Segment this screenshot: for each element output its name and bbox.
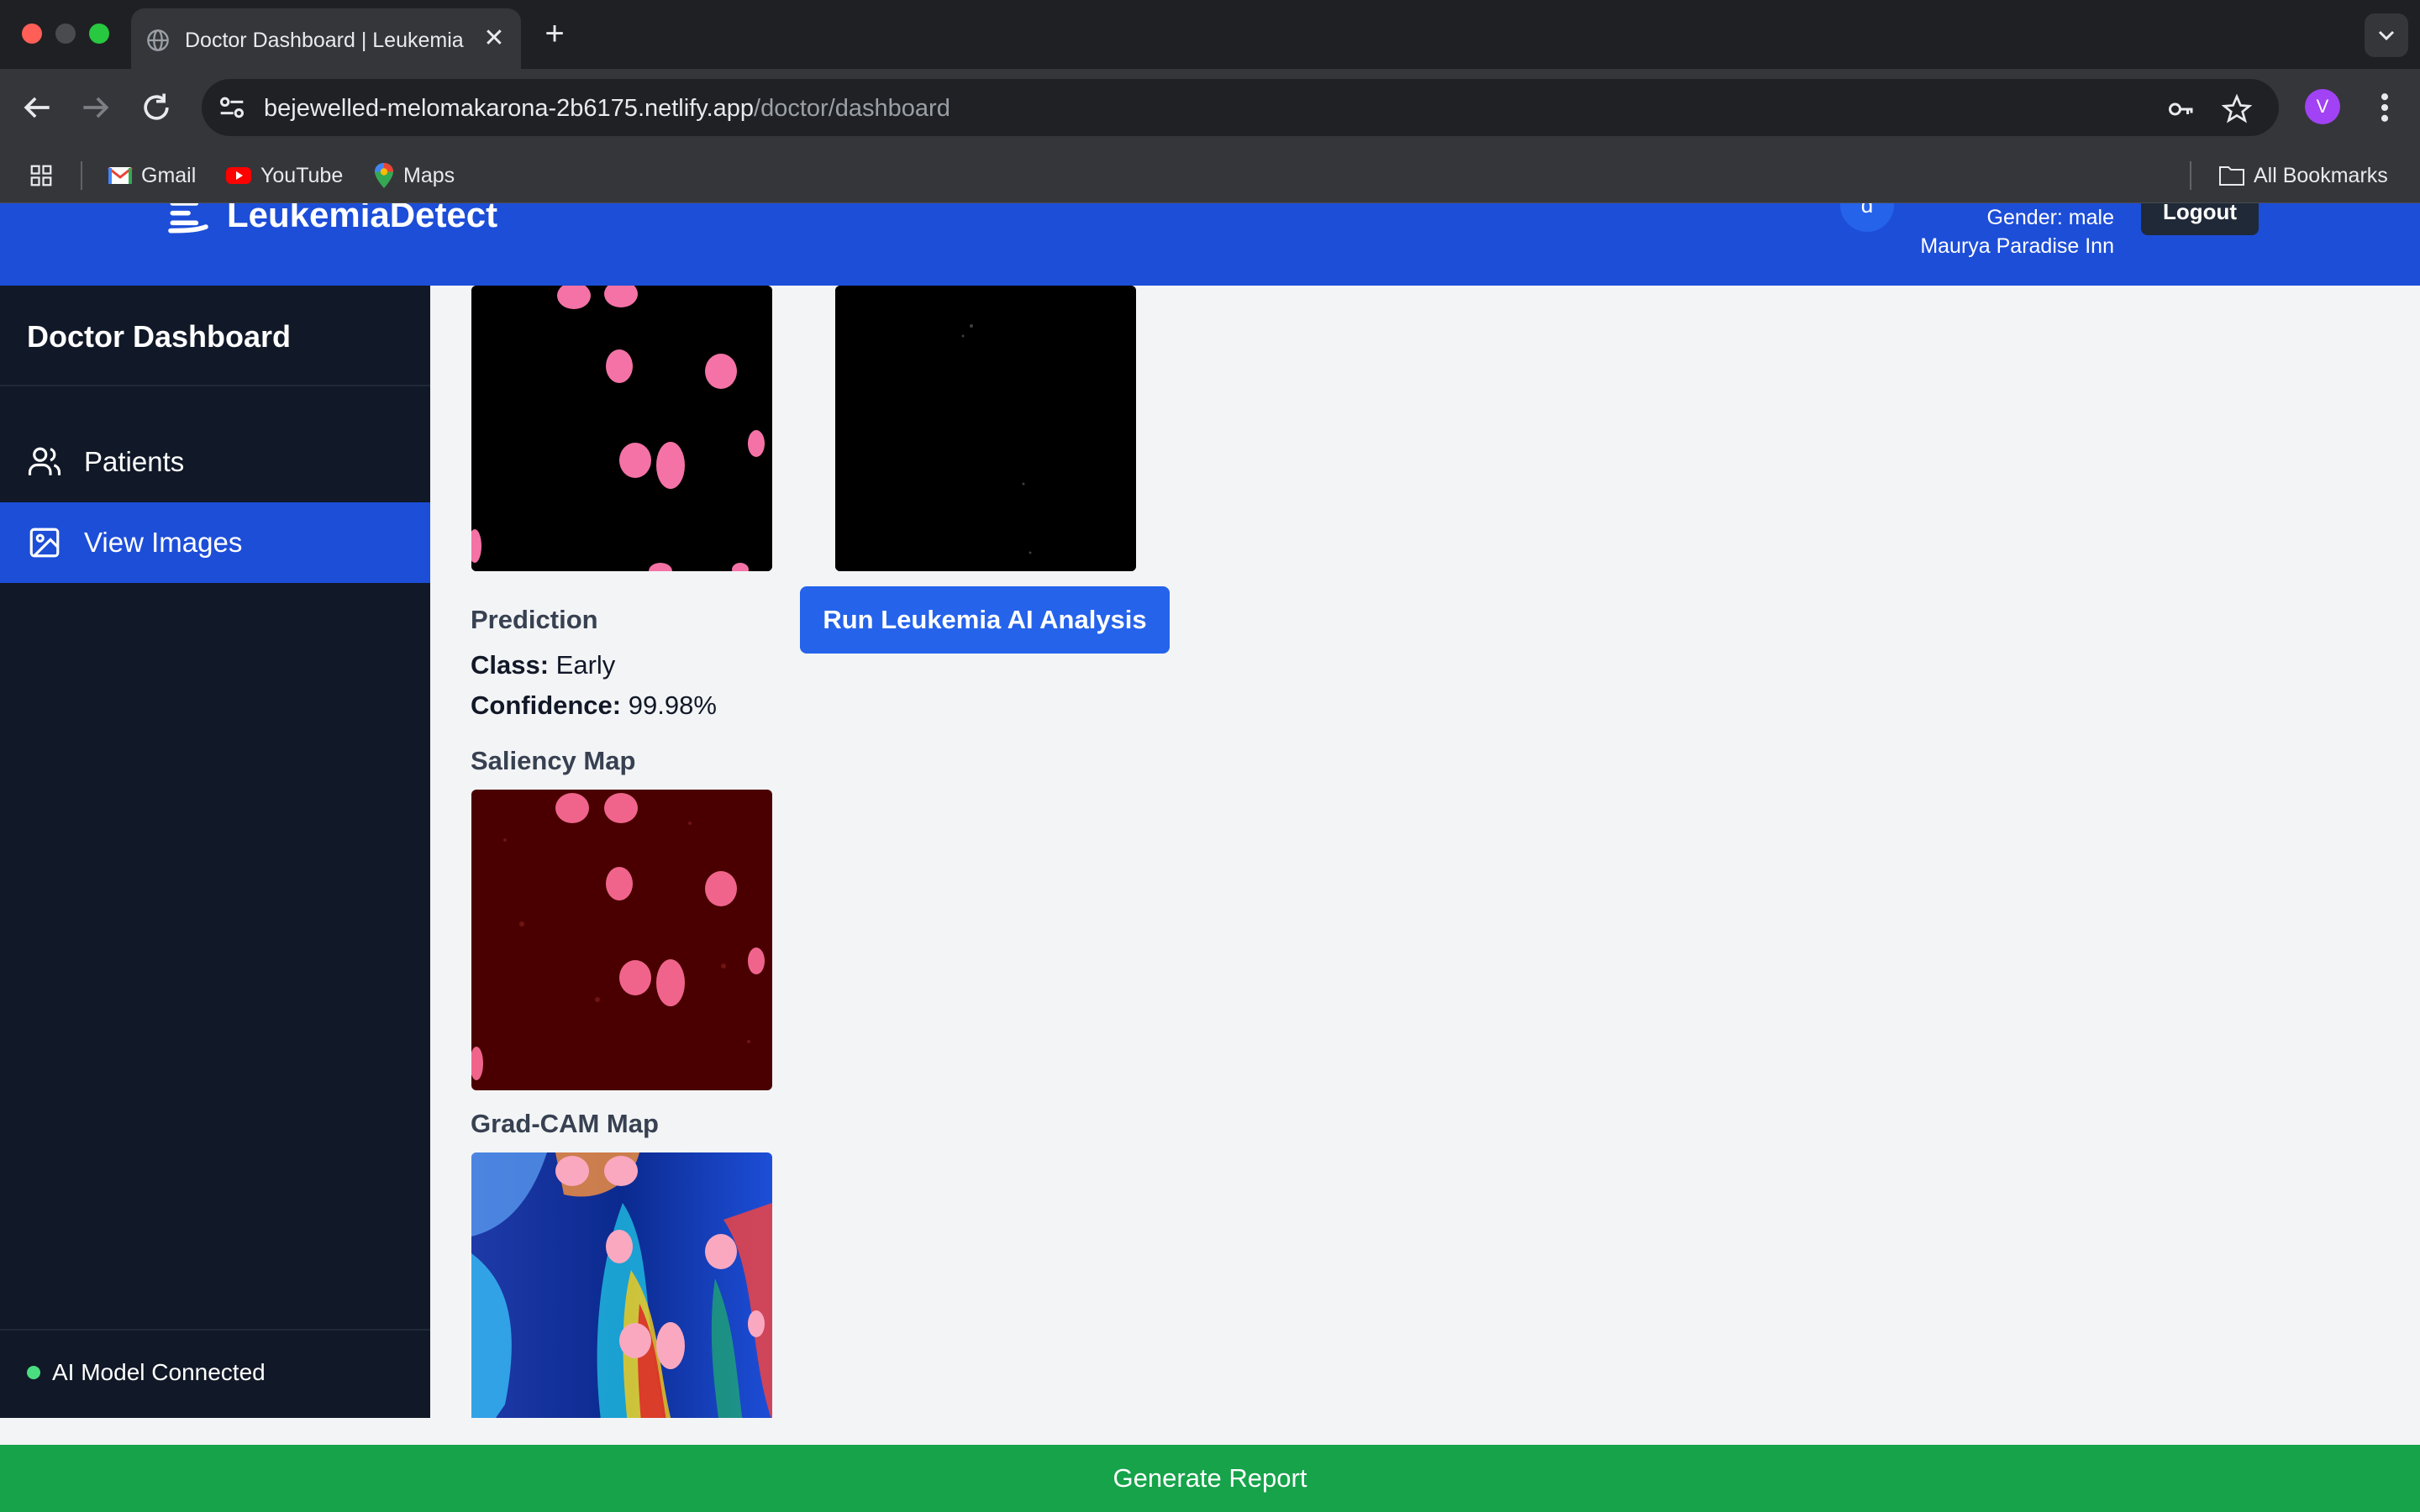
sidebar-footer-divider	[0, 1329, 430, 1331]
maps-pin-icon	[375, 163, 393, 188]
tab-search-button[interactable]	[2365, 13, 2408, 57]
image-icon	[29, 528, 60, 558]
window-maximize-button[interactable]	[89, 24, 109, 44]
logo-text: LeukemiaDetect	[227, 203, 498, 234]
confidence-value: 99.98%	[628, 690, 717, 720]
prediction-class: Class: Early	[471, 650, 615, 680]
back-arrow-icon[interactable]	[18, 89, 55, 126]
gradcam-map-image	[471, 1152, 772, 1418]
all-bookmarks-label: All Bookmarks	[2254, 163, 2388, 187]
users-icon	[28, 447, 61, 475]
password-key-icon[interactable]	[2166, 94, 2196, 124]
bookmark-label: Gmail	[141, 163, 197, 187]
gradcam-heading: Grad-CAM Map	[471, 1109, 659, 1138]
apps-grid-icon[interactable]	[29, 163, 54, 188]
user-gender: Gender: male	[1986, 206, 2114, 229]
app-header: LeukemiaDetect d Gender: male Maurya Par…	[0, 203, 2420, 286]
gradcam-map-graphic	[471, 1152, 772, 1418]
folder-icon	[2219, 166, 2244, 186]
status-dot	[27, 1366, 40, 1379]
saliency-heading: Saliency Map	[471, 746, 636, 775]
chevron-down-icon	[2378, 30, 2395, 41]
user-info: Gender: male Maurya Paradise Inn	[1920, 203, 2114, 260]
globe-icon	[147, 29, 169, 51]
run-analysis-button[interactable]: Run Leukemia AI Analysis	[800, 586, 1170, 654]
logout-button[interactable]: Logout	[2141, 203, 2259, 235]
ai-status: AI Model Connected	[27, 1359, 266, 1386]
tab-title: Doctor Dashboard | Leukemia	[185, 29, 464, 52]
main-content: Run Leukemia AI Analysis Prediction Clas…	[430, 286, 2420, 1418]
youtube-icon	[226, 167, 251, 184]
sidebar-item-patients[interactable]: Patients	[0, 422, 430, 502]
address-bar[interactable]: bejewelled-melomakarona-2b6175.netlify.a…	[202, 79, 2279, 136]
reload-icon[interactable]	[138, 89, 175, 126]
sidebar-item-label: View Images	[84, 527, 243, 558]
sidebar-item-view-images[interactable]: View Images	[0, 502, 430, 583]
saliency-map-image	[471, 790, 772, 1090]
class-label: Class:	[471, 650, 550, 680]
more-menu-icon[interactable]	[2370, 89, 2400, 126]
uploaded-cell-image	[471, 286, 772, 571]
logo-icon	[168, 203, 208, 234]
cell-image-graphic	[471, 286, 772, 571]
saliency-map-graphic	[471, 790, 772, 1090]
url-host: bejewelled-melomakarona-2b6175.netlify.a…	[264, 95, 755, 122]
forward-arrow-icon[interactable]	[77, 89, 114, 126]
bookmark-maps[interactable]: Maps	[373, 161, 455, 190]
bookmark-star-icon[interactable]	[2222, 94, 2252, 124]
url-path: /doctor/dashboard	[754, 95, 950, 122]
bookmarks-separator	[2190, 161, 2191, 190]
segmentation-mask-image	[835, 286, 1136, 571]
window-minimize-button[interactable]	[55, 24, 76, 44]
web-app: LeukemiaDetect d Gender: male Maurya Par…	[0, 203, 2420, 1512]
generate-report-button[interactable]: Generate Report	[0, 1445, 2420, 1512]
site-settings-icon[interactable]	[215, 91, 249, 124]
user-avatar[interactable]: d	[1840, 203, 1894, 232]
gmail-icon	[108, 166, 133, 184]
sidebar-divider	[0, 385, 430, 386]
tab-close-icon[interactable]: ✕	[479, 24, 509, 54]
profile-avatar[interactable]: V	[2305, 89, 2340, 124]
all-bookmarks-button[interactable]: All Bookmarks	[2218, 161, 2388, 190]
sidebar-item-label: Patients	[84, 446, 185, 477]
status-text: AI Model Connected	[52, 1359, 266, 1385]
prediction-confidence: Confidence: 99.98%	[471, 690, 717, 721]
bookmark-gmail[interactable]: Gmail	[108, 161, 196, 190]
new-tab-button[interactable]: +	[538, 17, 571, 50]
mask-image-graphic	[835, 286, 1136, 571]
bookmark-youtube[interactable]: YouTube	[225, 161, 343, 190]
bookmarks-bar: Gmail YouTube Maps All Bookmarks	[0, 146, 2420, 203]
sidebar-title: Doctor Dashboard	[27, 319, 292, 354]
url-text: bejewelled-melomakarona-2b6175.netlify.a…	[264, 95, 950, 123]
user-address: Maurya Paradise Inn	[1920, 234, 2114, 258]
window-close-button[interactable]	[22, 24, 42, 44]
class-value: Early	[555, 650, 616, 680]
browser-toolbar: bejewelled-melomakarona-2b6175.netlify.a…	[0, 69, 2420, 146]
confidence-label: Confidence:	[471, 690, 622, 720]
bookmarks-separator	[81, 161, 82, 190]
bookmark-label: YouTube	[260, 163, 344, 187]
browser-tab-strip: Doctor Dashboard | Leukemia ✕ +	[0, 0, 2420, 69]
bookmark-label: Maps	[403, 163, 455, 187]
sidebar: Doctor Dashboard Patients View Images AI…	[0, 286, 430, 1418]
browser-tab[interactable]: Doctor Dashboard | Leukemia ✕	[131, 8, 521, 69]
prediction-heading: Prediction	[471, 605, 598, 634]
app-logo[interactable]: LeukemiaDetect	[165, 203, 497, 239]
